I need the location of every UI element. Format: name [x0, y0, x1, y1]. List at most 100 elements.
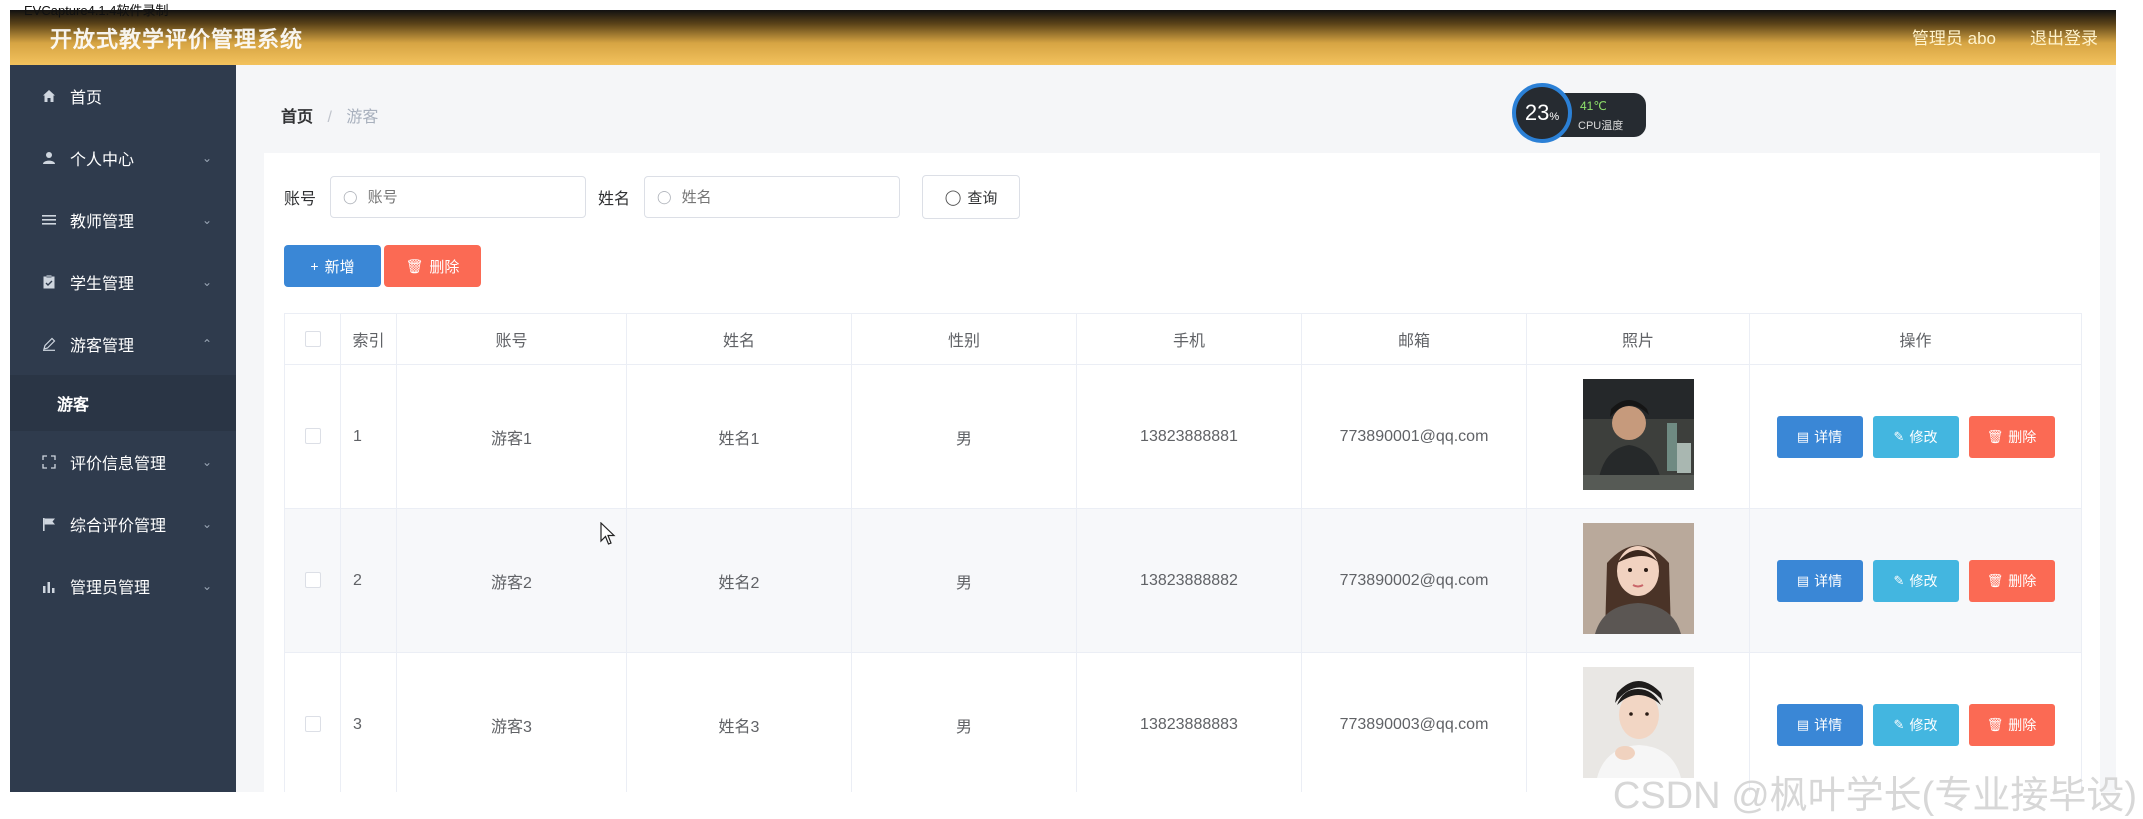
chevron-down-icon: ⌄	[201, 455, 212, 469]
cell-photo	[1526, 364, 1750, 509]
list-icon	[40, 211, 58, 229]
select-all-cell	[284, 313, 341, 365]
sidebar-item-student-management[interactable]: 学生管理 ⌄	[10, 251, 236, 313]
search-icon: ◯	[343, 189, 358, 204]
row-actions: ▤ 详情 ✎ 修改 🗑 删除	[1751, 559, 2080, 602]
edit-button[interactable]: ✎ 修改	[1872, 559, 1959, 602]
cell-gender: 男	[851, 652, 1077, 792]
chevron-down-icon: ⌄	[201, 579, 212, 593]
column-header: 手机	[1076, 313, 1302, 365]
sidebar-subitem-visitor[interactable]: 游客	[10, 375, 236, 431]
row-select-cell	[284, 652, 341, 792]
trash-icon: 🗑	[1986, 572, 2004, 588]
breadcrumb-current: 游客	[346, 109, 379, 126]
edit-button[interactable]: ✎ 修改	[1872, 703, 1959, 746]
breadcrumb-home[interactable]: 首页	[281, 109, 313, 126]
pencil-icon: ✎	[1893, 572, 1905, 588]
cell-account: 游客1	[396, 364, 627, 509]
cell-name: 姓名3	[626, 652, 852, 792]
bulk-delete-label: 删除	[429, 258, 460, 276]
cell-index: 3	[340, 652, 397, 792]
detail-button[interactable]: ▤ 详情	[1776, 415, 1863, 458]
document-icon: ▤	[1796, 716, 1810, 732]
fullscreen-icon	[40, 453, 58, 471]
sidebar-item-home[interactable]: 首页	[10, 65, 236, 127]
account-label: 账号	[284, 191, 317, 208]
delete-label: 删除	[2008, 428, 2037, 445]
sidebar-item-evaluation-info-management[interactable]: 评价信息管理 ⌄	[10, 431, 236, 493]
chevron-down-icon: ⌄	[201, 275, 212, 289]
account-input[interactable]	[365, 187, 550, 207]
query-button[interactable]: ◯ 查询	[922, 175, 1021, 219]
clipboard-icon	[40, 273, 58, 291]
content-panel: 账号 ◯ 姓名 ◯ ◯ 查询 + 新增	[264, 153, 2100, 792]
add-button[interactable]: + 新增	[284, 245, 381, 287]
sidebar-item-label: 个人中心	[70, 152, 135, 169]
column-header: 姓名	[626, 313, 852, 365]
cell-operations: ▤ 详情 ✎ 修改 🗑 删除	[1749, 508, 2082, 653]
cell-email: 773890001@qq.com	[1301, 364, 1527, 509]
column-header: 索引	[340, 313, 397, 365]
column-header: 邮箱	[1301, 313, 1527, 365]
home-icon	[40, 87, 58, 105]
row-select-cell	[284, 364, 341, 509]
sidebar-item-label: 评价信息管理	[70, 456, 167, 473]
pencil-icon: ✎	[1893, 428, 1905, 444]
name-search-field[interactable]: ◯	[644, 176, 901, 218]
bar-chart-icon	[40, 577, 58, 595]
detail-button[interactable]: ▤ 详情	[1776, 559, 1863, 602]
detail-button[interactable]: ▤ 详情	[1776, 703, 1863, 746]
chevron-down-icon: ⌄	[201, 517, 212, 531]
bulk-delete-button[interactable]: 🗑 删除	[384, 245, 481, 287]
sidebar-item-comprehensive-evaluation-management[interactable]: 综合评价管理 ⌄	[10, 493, 236, 555]
delete-button[interactable]: 🗑 删除	[1968, 559, 2055, 602]
cell-phone: 13823888882	[1076, 508, 1302, 653]
pencil-icon: ✎	[1893, 716, 1905, 732]
delete-button[interactable]: 🗑 删除	[1968, 703, 2055, 746]
logout-link[interactable]: 退出登录	[2030, 24, 2098, 49]
cell-name: 姓名2	[626, 508, 852, 653]
cell-index: 2	[340, 508, 397, 653]
cpu-temp-label: CPU温度	[1578, 120, 1624, 132]
sidebar-item-admin-management[interactable]: 管理员管理 ⌄	[10, 555, 236, 617]
edit-button[interactable]: ✎ 修改	[1872, 415, 1959, 458]
delete-button[interactable]: 🗑 删除	[1968, 415, 2055, 458]
column-header: 操作	[1749, 313, 2082, 365]
visitor-photo	[1582, 378, 1694, 490]
column-header: 账号	[396, 313, 627, 365]
row-checkbox[interactable]	[304, 572, 321, 589]
detail-label: 详情	[1814, 716, 1843, 733]
edit-label: 修改	[1909, 572, 1938, 589]
cpu-monitor-widget: 41℃ CPU温度 23%	[1512, 83, 1646, 147]
watermark: CSDN @枫叶学长(专业接毕设)	[1612, 775, 2137, 817]
user-icon	[40, 149, 58, 167]
cell-index: 1	[340, 364, 397, 509]
plus-icon: +	[310, 258, 319, 274]
account-search-field[interactable]: ◯	[330, 176, 587, 218]
chevron-up-icon: ⌃	[201, 337, 212, 351]
sidebar-item-visitor-management[interactable]: 游客管理 ⌃	[10, 313, 236, 375]
row-checkbox[interactable]	[304, 716, 321, 733]
admin-label: 管理员 abo	[1911, 29, 1996, 48]
row-checkbox[interactable]	[304, 428, 321, 445]
name-input[interactable]	[679, 187, 864, 207]
cell-account: 游客3	[396, 652, 627, 792]
sidebar-item-personal-center[interactable]: 个人中心 ⌄	[10, 127, 236, 189]
cpu-usage-gauge: 23%	[1512, 83, 1572, 143]
app-window: 开放式教学评价管理系统 管理员 abo 退出登录 首页 个人中心 ⌄ 教师管理 …	[10, 10, 2116, 792]
select-all-checkbox[interactable]	[304, 330, 321, 347]
trash-icon: 🗑	[405, 257, 424, 274]
table-header-row: 索引 账号 姓名 性别 手机 邮箱 照片 操作	[284, 313, 2082, 365]
sidebar: 首页 个人中心 ⌄ 教师管理 ⌄ 学生管理 ⌄ 游客管理 ⌃ 游客 评价信息管理…	[10, 65, 236, 792]
table-row: 1 游客1 姓名1 男 13823888881 773890001@qq.com	[284, 364, 2082, 509]
trash-icon: 🗑	[1986, 428, 2004, 444]
capture-label: EVCapture4.1.4软件录制	[24, 3, 169, 18]
cpu-usage-unit: %	[1549, 111, 1560, 123]
name-label: 姓名	[598, 191, 631, 208]
cell-account: 游客2	[396, 508, 627, 653]
top-header: 开放式教学评价管理系统 管理员 abo 退出登录	[10, 10, 2116, 65]
sidebar-item-teacher-management[interactable]: 教师管理 ⌄	[10, 189, 236, 251]
query-button-label: 查询	[967, 189, 998, 207]
visitor-photo	[1582, 666, 1694, 778]
cpu-temperature: 41℃	[1580, 99, 1607, 113]
